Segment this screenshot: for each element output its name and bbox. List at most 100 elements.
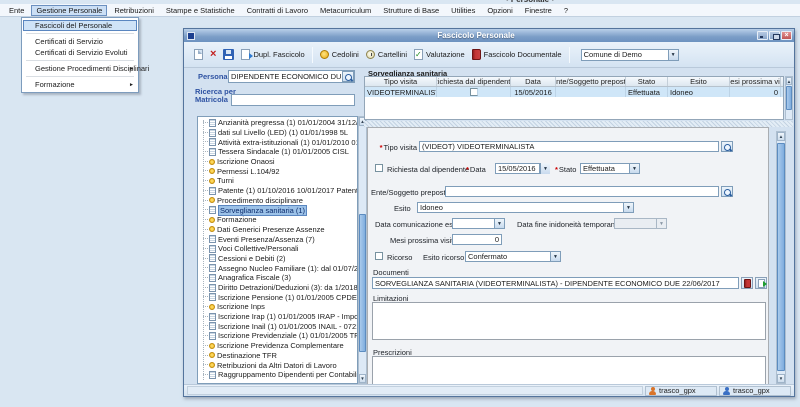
menu-help[interactable]: ? xyxy=(559,5,573,16)
menu-gestione-personale[interactable]: Gestione Personale xyxy=(31,5,107,16)
tree-vertical-scrollbar[interactable]: ▲ ▼ xyxy=(358,116,367,384)
tree-item[interactable]: Tessera Sindacale (1) 01/01/2005 CISL xyxy=(200,147,357,157)
stato-combobox[interactable]: Effettuata▼ xyxy=(580,163,640,174)
save-icon[interactable] xyxy=(223,49,234,60)
tree-item[interactable]: Destinazione TFR xyxy=(200,351,357,361)
mesi-prossima-visita-field[interactable]: 0 xyxy=(452,234,502,245)
ricorso-checkbox[interactable] xyxy=(375,252,383,260)
grid-header-cell[interactable]: Esito xyxy=(668,77,730,86)
chevron-down-icon[interactable]: ▼ xyxy=(494,219,504,228)
red-book-icon[interactable] xyxy=(741,277,753,289)
tree-item[interactable]: dati sul Livello (LED) (1) 01/01/1998 5L xyxy=(200,128,357,138)
menu-contratti-lavoro[interactable]: Contratti di Lavoro xyxy=(242,5,313,16)
menu-stampe-statistiche[interactable]: Stampe e Statistiche xyxy=(161,5,240,16)
menu-item-fascicoli-del-personale[interactable]: Fascicoli del Personale xyxy=(23,20,137,31)
valutazione-button[interactable]: ✓ Valutazione xyxy=(414,49,465,60)
delete-icon[interactable]: × xyxy=(210,49,216,60)
tree-item[interactable]: Retribuzioni da Altri Datori di Lavoro xyxy=(200,360,357,370)
ente-soggetto-field[interactable] xyxy=(445,186,719,197)
tree-item[interactable]: Permessi L.104/92 xyxy=(200,166,357,176)
tree-item[interactable]: Raggruppamento Dipendenti per Contabiliz… xyxy=(200,370,357,380)
menu-item-certificati-di-servizio[interactable]: Certificati di Servizio xyxy=(23,36,137,47)
matricola-input[interactable] xyxy=(231,94,355,106)
tree-item[interactable]: Diritto Detrazioni/Deduzioni (3): da 1/2… xyxy=(200,283,357,293)
menu-strutture-base[interactable]: Strutture di Base xyxy=(378,5,444,16)
menu-metacurriculum[interactable]: Metacurriculum xyxy=(315,5,376,16)
persona-combobox[interactable]: DIPENDENTE ECONOMICO DUE - 01/0 xyxy=(228,70,355,83)
tree-item[interactable]: Turni xyxy=(200,176,357,186)
tree-item[interactable]: Anagrafica Fiscale (3) xyxy=(200,273,357,283)
data-field[interactable]: 15/05/2016 xyxy=(495,163,540,174)
search-icon[interactable] xyxy=(721,141,733,152)
tree-item[interactable]: Iscrizione Previdenziale (1) 01/01/2005 … xyxy=(200,331,357,341)
menu-utilities[interactable]: Utilities xyxy=(446,5,480,16)
scroll-down-icon[interactable]: ▼ xyxy=(777,374,785,383)
scrollbar-thumb[interactable] xyxy=(359,214,366,352)
data-fine-inidoneita-field[interactable]: ▼ xyxy=(614,218,667,229)
menu-finestre[interactable]: Finestre xyxy=(520,5,557,16)
search-icon[interactable] xyxy=(342,71,354,82)
tree-item[interactable]: Formazione xyxy=(200,215,357,225)
chevron-down-icon[interactable]: ▼ xyxy=(629,164,639,173)
data-comunicazione-field[interactable]: ▼ xyxy=(452,218,505,229)
esito-ricorso-combobox[interactable]: Confermato▼ xyxy=(465,251,561,262)
menu-opzioni[interactable]: Opzioni xyxy=(482,5,517,16)
chevron-down-icon[interactable]: ▼ xyxy=(540,163,550,174)
form-vertical-scrollbar[interactable]: ▲ ▼ xyxy=(776,131,786,384)
richiesta-checkbox[interactable] xyxy=(470,88,478,96)
tree-item[interactable]: Iscrizione Onaosi xyxy=(200,157,357,167)
grid-header-cell[interactable]: Ente/Soggetto preposto xyxy=(556,77,626,86)
menu-item-certificati-servizio-evoluti[interactable]: Certificati di Servizio Evoluti xyxy=(23,47,137,58)
tree-item-sorveglianza-sanitaria[interactable]: Sorveglianza sanitaria (1) xyxy=(200,205,357,215)
export-document-icon[interactable] xyxy=(755,277,767,289)
chevron-down-icon[interactable]: ▼ xyxy=(550,252,560,261)
menu-item-gestione-procedimenti[interactable]: Gestione Procedimenti Disciplinari ► xyxy=(23,63,137,74)
esito-combobox[interactable]: Idoneo▼ xyxy=(417,202,634,213)
grid-vertical-scrollbar[interactable]: ▲ xyxy=(785,76,793,120)
tree-item[interactable]: Iscrizione Previdenza Complementare xyxy=(200,341,357,351)
tree-item[interactable]: Patente (1) 01/10/2016 10/01/2017 Patent… xyxy=(200,186,357,196)
menu-ente[interactable]: Ente xyxy=(4,5,29,16)
scroll-up-icon[interactable]: ▲ xyxy=(777,132,785,141)
tree-item[interactable]: Iscrizione Inail (1) 01/01/2005 INAIL - … xyxy=(200,321,357,331)
cedolini-button[interactable]: Cedolini xyxy=(320,50,359,59)
search-icon[interactable] xyxy=(721,186,733,197)
tree-item[interactable]: Iscrizione Irap (1) 01/01/2005 IRAP - Im… xyxy=(200,312,357,322)
scrollbar-thumb[interactable] xyxy=(777,143,785,371)
close-icon[interactable]: × xyxy=(781,31,792,40)
grid-header-cell[interactable]: Mesi prossima vi... xyxy=(730,77,781,86)
new-document-icon[interactable] xyxy=(194,49,203,60)
cartellini-button[interactable]: Cartellini xyxy=(366,50,407,59)
fascicolo-documentale-button[interactable]: Fascicolo Documentale xyxy=(472,49,562,60)
grid-header-cell[interactable]: Tipo visita xyxy=(365,77,437,86)
limitazioni-textarea[interactable] xyxy=(372,302,766,340)
tree-item[interactable]: Dati Generici Presenze Assenze xyxy=(200,225,357,235)
scroll-up-icon[interactable]: ▲ xyxy=(786,77,792,85)
grid-header-cell[interactable]: Stato xyxy=(626,77,668,86)
tree-item[interactable]: Assegno Nucleo Familiare (1): dal 01/07/… xyxy=(200,263,357,273)
tree-item[interactable]: Anzianità pregressa (1) 01/01/2004 31/12… xyxy=(200,118,357,128)
tree-item[interactable]: Attività extra-istituzionali (1) 01/01/2… xyxy=(200,137,357,147)
scroll-down-icon[interactable]: ▼ xyxy=(359,374,366,383)
scrollbar-thumb[interactable] xyxy=(786,86,792,110)
tree-item[interactable]: Iscrizione Pensione (1) 01/01/2005 CPDEL… xyxy=(200,292,357,302)
chevron-down-icon[interactable]: ▼ xyxy=(668,50,678,60)
prescrizioni-textarea[interactable] xyxy=(372,356,766,385)
grid-header-cell[interactable]: Data xyxy=(511,77,556,86)
chevron-down-icon[interactable]: ▼ xyxy=(623,203,633,212)
tree-item[interactable]: Cessioni e Debiti (2) xyxy=(200,254,357,264)
minimize-icon[interactable] xyxy=(757,31,768,40)
tree-item[interactable]: Voci Collettive/Personali xyxy=(200,244,357,254)
tree-item[interactable]: Eventi Presenza/Assenza (7) xyxy=(200,234,357,244)
dupl-fascicolo-button[interactable]: Dupl. Fascicolo xyxy=(241,49,304,60)
tree-item[interactable]: Iscrizione Inps xyxy=(200,302,357,312)
tipo-visita-field[interactable]: (VIDEOT) VIDEOTERMINALISTA xyxy=(419,141,719,152)
restore-icon[interactable] xyxy=(769,31,780,40)
grid-header-cell[interactable]: Richiesta dal dipendente xyxy=(437,77,511,86)
menu-retribuzioni[interactable]: Retribuzioni xyxy=(109,5,159,16)
documenti-field[interactable]: SORVEGLIANZA SANITARIA (VIDEOTERMINALIST… xyxy=(372,277,739,289)
grid-row-selected[interactable]: VIDEOTERMINALISTA 15/05/2016 Effettuata … xyxy=(365,87,783,97)
menu-item-formazione[interactable]: Formazione ► xyxy=(23,79,137,90)
richiesta-dipendente-checkbox[interactable] xyxy=(375,164,383,172)
ente-combobox[interactable]: Comune di Demo ▼ xyxy=(581,49,679,61)
